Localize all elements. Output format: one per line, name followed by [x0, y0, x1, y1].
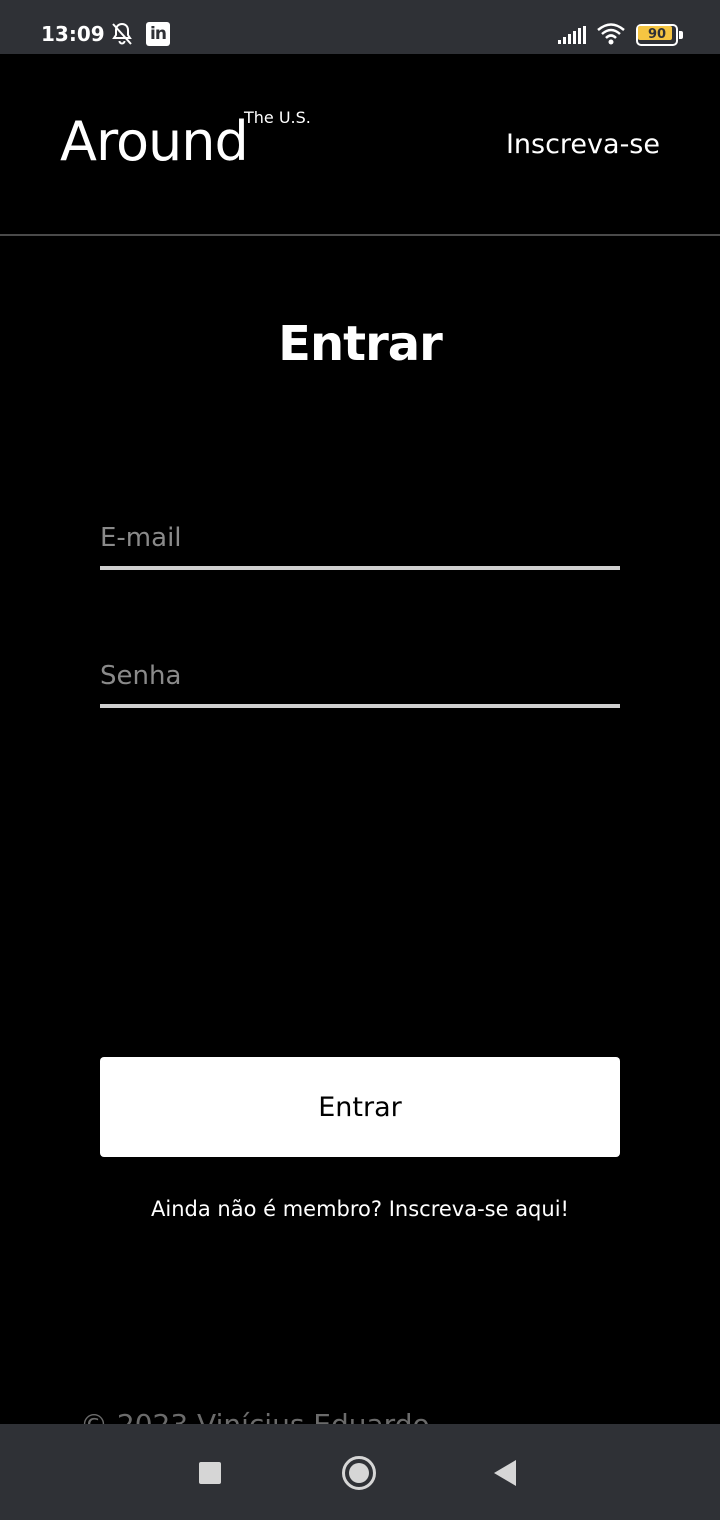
- password-field[interactable]: [100, 648, 620, 708]
- logo[interactable]: Around: [60, 110, 249, 173]
- home-icon[interactable]: [342, 1456, 376, 1490]
- navigation-bar: [0, 1424, 720, 1520]
- battery-icon: 90: [636, 24, 684, 46]
- email-field[interactable]: [100, 510, 620, 570]
- wifi-icon: [597, 23, 625, 45]
- recent-apps-icon[interactable]: [199, 1462, 221, 1484]
- back-icon[interactable]: [494, 1460, 516, 1486]
- signal-icon: [558, 26, 586, 44]
- header: Around The U.S. Inscreva-se: [0, 54, 720, 236]
- linkedin-icon: in: [146, 22, 170, 46]
- register-link[interactable]: Ainda não é membro? Inscreva-se aqui!: [0, 1197, 720, 1221]
- status-time: 13:09: [41, 22, 105, 46]
- signup-link[interactable]: Inscreva-se: [506, 129, 660, 160]
- bell-off-icon: [112, 22, 132, 45]
- status-bar: 13:09 in 90: [0, 0, 720, 54]
- home-icon-inner: [349, 1463, 369, 1483]
- battery-level: 90: [647, 27, 667, 42]
- page-title: Entrar: [278, 316, 443, 372]
- logo-superscript: The U.S.: [244, 108, 311, 127]
- battery-cap: [679, 31, 683, 39]
- login-button[interactable]: Entrar: [100, 1057, 620, 1157]
